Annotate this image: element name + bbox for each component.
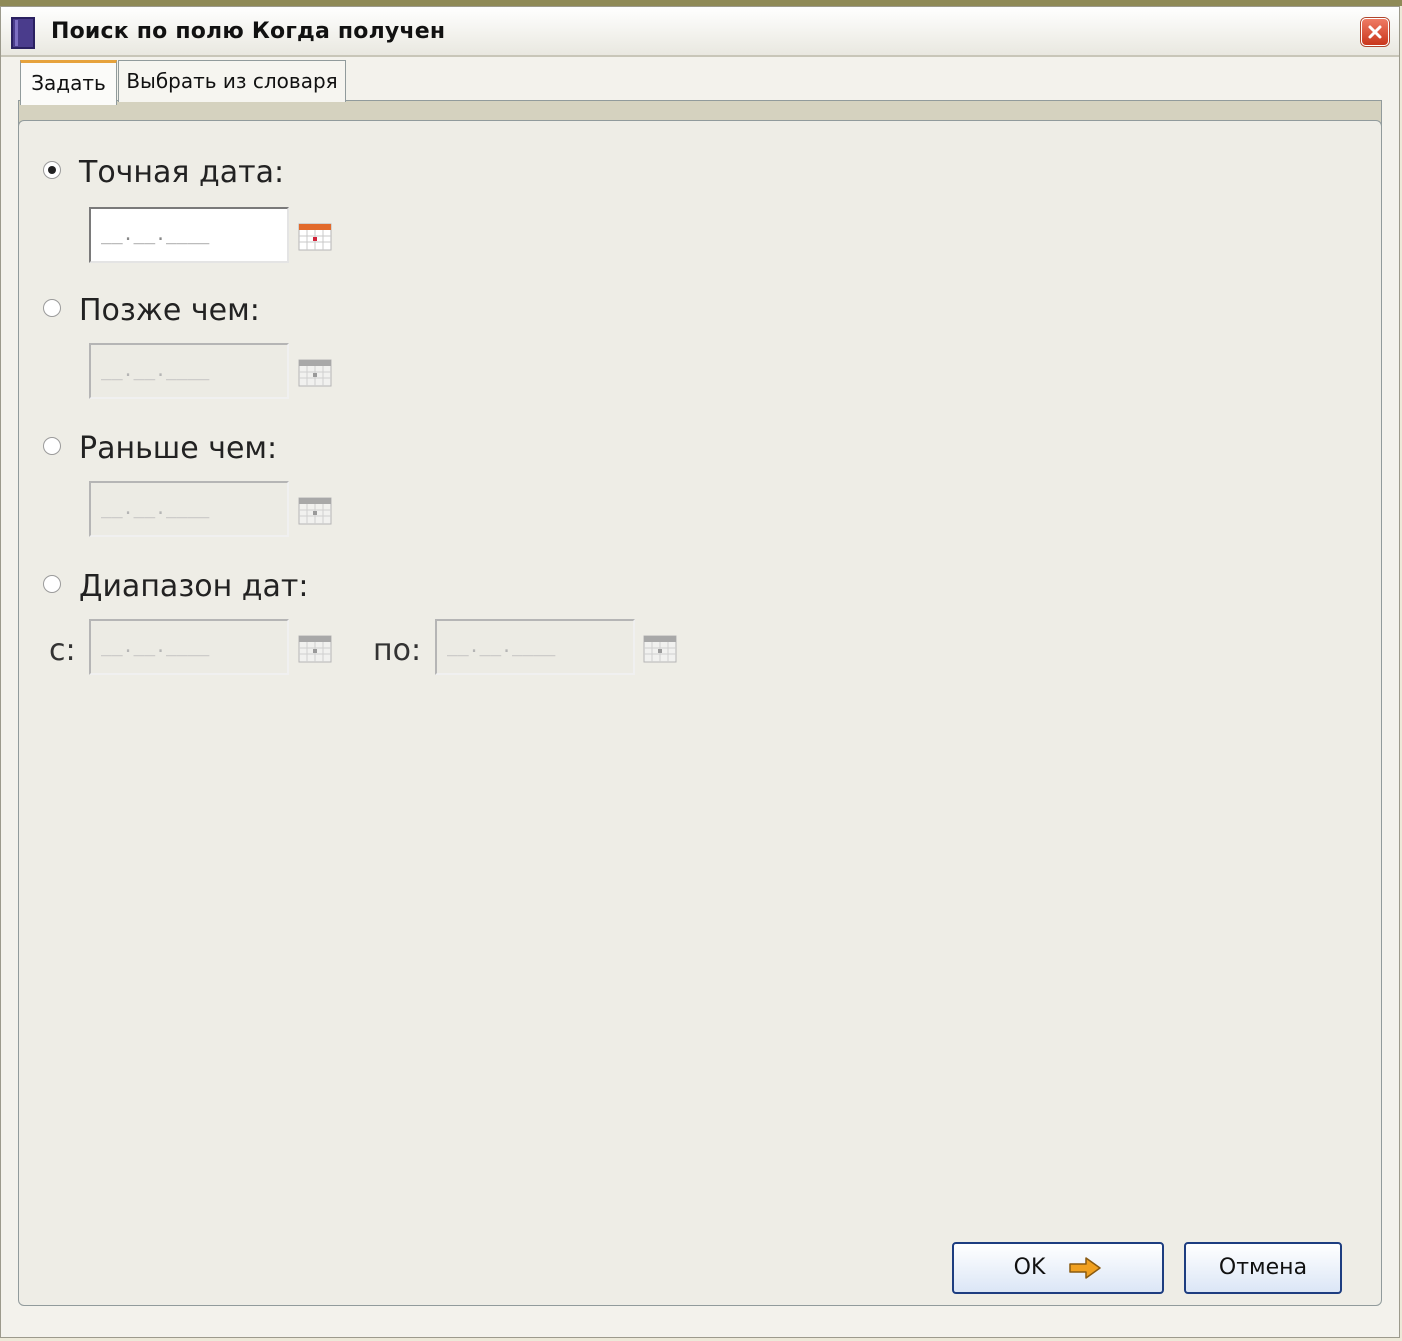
calendar-icon[interactable] bbox=[298, 634, 332, 664]
calendar-icon[interactable] bbox=[643, 634, 677, 664]
range-from-input[interactable]: __.__.____ bbox=[89, 619, 289, 675]
cancel-button[interactable]: Отмена bbox=[1184, 1242, 1342, 1294]
radio-label: Раньше чем: bbox=[79, 431, 278, 466]
arrow-right-icon bbox=[1069, 1257, 1102, 1279]
radio-label: Точная дата: bbox=[79, 155, 285, 190]
radio-label: Диапазон дат: bbox=[79, 569, 309, 604]
before-date-input[interactable]: __.__.____ bbox=[89, 481, 289, 537]
window-title: Поиск по полю Когда получен bbox=[51, 19, 446, 44]
radio-button[interactable] bbox=[43, 437, 61, 455]
close-icon bbox=[1368, 25, 1382, 39]
close-button[interactable] bbox=[1361, 18, 1389, 46]
calendar-icon[interactable] bbox=[298, 496, 332, 526]
radio-label: Позже чем: bbox=[79, 293, 260, 328]
calendar-icon[interactable] bbox=[298, 358, 332, 388]
after-date-input[interactable]: __.__.____ bbox=[89, 343, 289, 399]
range-from-label: с: bbox=[49, 633, 76, 668]
calendar-icon[interactable] bbox=[298, 222, 332, 252]
book-icon bbox=[11, 17, 35, 49]
range-to-label: по: bbox=[373, 633, 422, 668]
ok-button[interactable]: OK bbox=[952, 1242, 1164, 1294]
range-to-input[interactable]: __.__.____ bbox=[435, 619, 635, 675]
radio-button[interactable] bbox=[43, 299, 61, 317]
ok-label: OK bbox=[1013, 1255, 1046, 1280]
radio-button[interactable] bbox=[43, 161, 61, 179]
tab-panel: Точная дата: __.__.____ Позже чем: __.__… bbox=[18, 120, 1382, 1306]
radio-button[interactable] bbox=[43, 575, 61, 593]
title-bar[interactable]: Поиск по полю Когда получен bbox=[1, 7, 1399, 57]
tab-dictionary[interactable]: Выбрать из словаря bbox=[118, 60, 346, 102]
tab-set[interactable]: Задать bbox=[20, 60, 117, 105]
exact-date-input[interactable]: __.__.____ bbox=[89, 207, 289, 263]
